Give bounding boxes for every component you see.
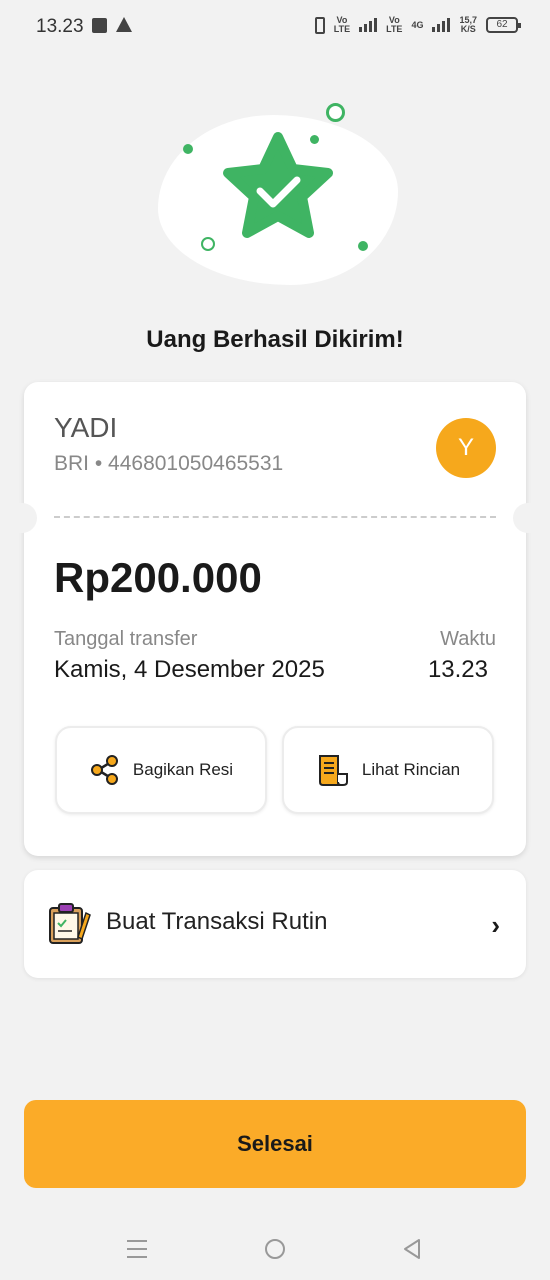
ticket-notch-left [7, 503, 37, 533]
decor-dot [183, 144, 193, 154]
network-speed: 15,7 K/S [459, 15, 477, 34]
recent-apps-icon[interactable] [127, 1240, 147, 1264]
status-icons: Vo LTE Vo LTE 4G 15,7 K/S 62 [314, 15, 521, 34]
volte-2-indicator: Vo LTE [386, 15, 403, 34]
share-receipt-label: Bagikan Resi [132, 760, 234, 779]
view-details-label: Lihat Rincian [361, 760, 461, 779]
share-icon [90, 755, 118, 785]
receipt-card: YADI BRI • 446801050465531 Y Rp200.000 T… [7, 382, 543, 856]
network-type: 4G [411, 19, 424, 30]
success-illustration [150, 95, 410, 295]
recipient-account: BRI • 446801050465531 [54, 452, 284, 475]
system-nav-bar [0, 1220, 550, 1280]
decor-ring [326, 103, 345, 122]
status-time: 13.23 [36, 16, 84, 37]
done-button[interactable]: Selesai [24, 1100, 526, 1188]
success-star-icon [223, 132, 333, 238]
battery-icon: 62 [486, 17, 521, 33]
home-icon[interactable] [265, 1239, 285, 1259]
transfer-amount: Rp200.000 [54, 554, 262, 601]
warning-icon [116, 17, 132, 32]
page-title: Uang Berhasil Dikirim! [146, 326, 404, 353]
signal-2-icon [432, 18, 451, 32]
time-label: Waktu [440, 628, 496, 650]
ticket-notch-right [513, 503, 543, 533]
share-receipt-button[interactable]: Bagikan Resi [55, 726, 267, 814]
clipboard-icon [49, 903, 91, 944]
view-details-button[interactable]: Lihat Rincian [282, 726, 494, 814]
vibrate-icon [314, 16, 325, 34]
time-value: 13.23 [427, 656, 488, 683]
date-label: Tanggal transfer [54, 628, 198, 650]
chevron-right-icon: › [491, 910, 500, 940]
status-bar: 13.23 Vo LTE Vo LTE 4G 15,7 K/S 62 [0, 0, 550, 54]
signal-1-icon [359, 18, 378, 32]
divider [54, 516, 496, 518]
decor-dot [358, 241, 368, 251]
routine-transaction-label: Buat Transaksi Rutin [106, 908, 328, 935]
volte-1-indicator: Vo LTE [333, 15, 351, 34]
back-icon[interactable] [402, 1238, 422, 1260]
receipt-icon [318, 755, 348, 786]
recipient-name: YADI [54, 412, 118, 443]
decor-ring [201, 237, 215, 251]
notification-icon [92, 18, 107, 33]
routine-transaction-row[interactable]: Buat Transaksi Rutin › [24, 870, 526, 978]
date-value: Kamis, 4 Desember 2025 [54, 656, 325, 683]
avatar: Y [436, 418, 496, 478]
